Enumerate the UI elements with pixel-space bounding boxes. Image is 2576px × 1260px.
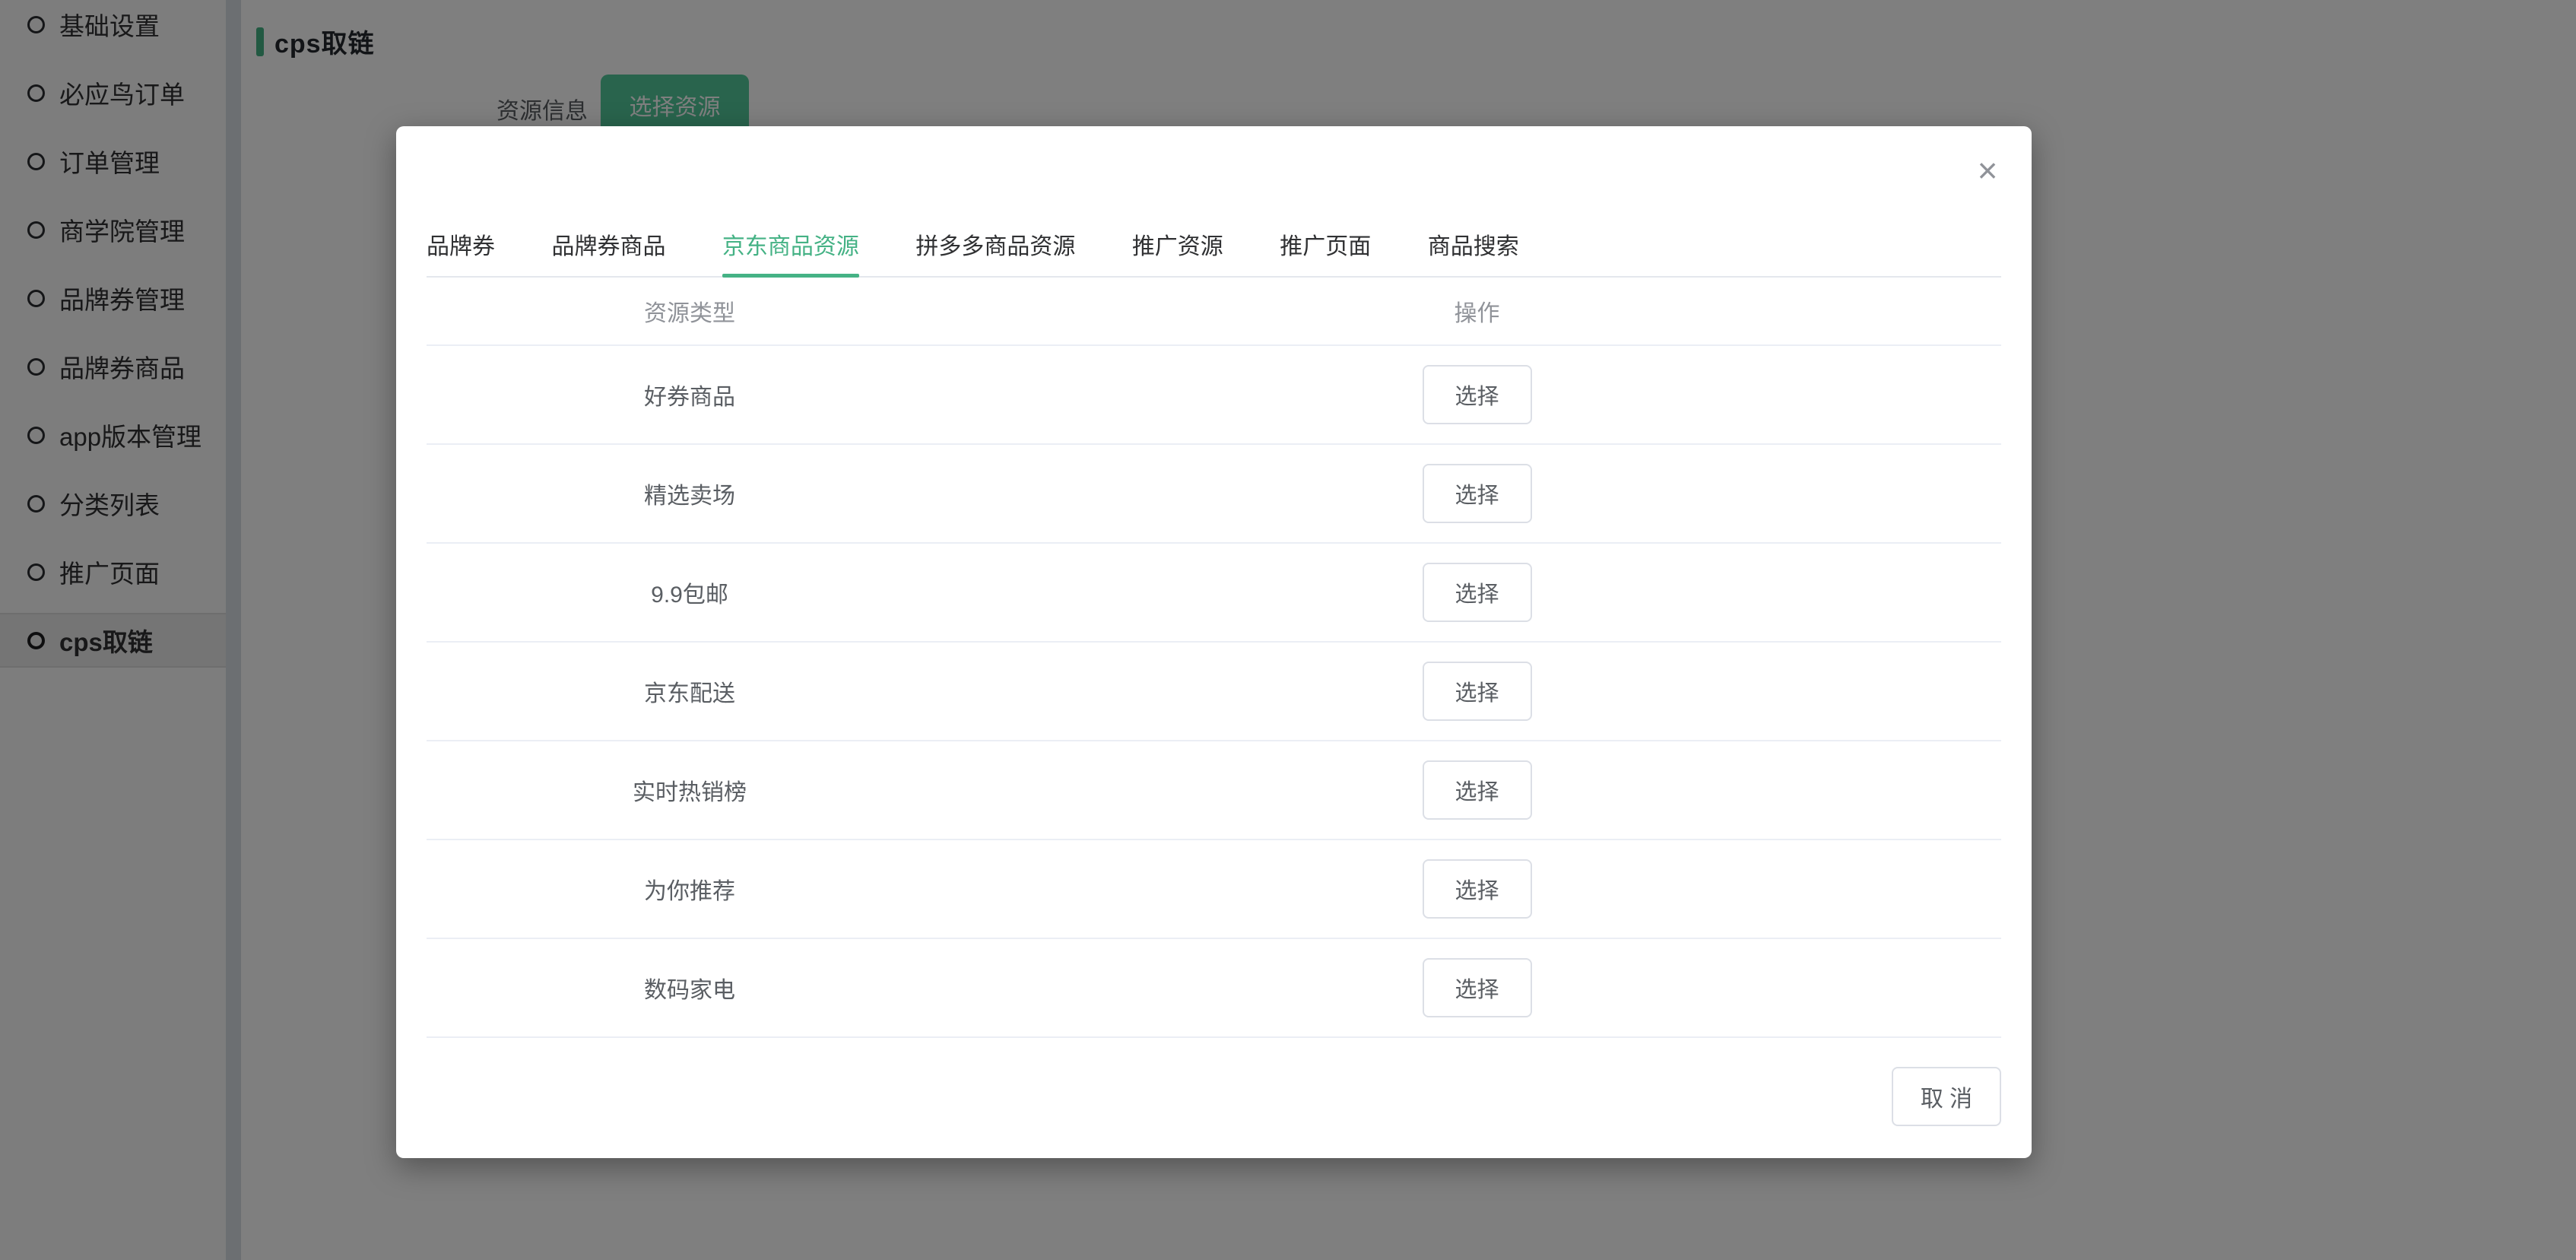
table-row: 好券商品 选择 — [427, 346, 2001, 445]
resource-type-cell: 9.9包邮 — [427, 576, 953, 609]
table-row: 数码家电 选择 — [427, 939, 2001, 1038]
select-button[interactable]: 选择 — [1423, 760, 1532, 820]
resource-type-cell: 实时热销榜 — [427, 773, 953, 807]
column-header-resource-type: 资源类型 — [427, 294, 953, 328]
table-row: 为你推荐 选择 — [427, 840, 2001, 939]
tab-pdd-goods-resource[interactable]: 拼多多商品资源 — [915, 232, 1075, 276]
tab-jd-goods-resource[interactable]: 京东商品资源 — [722, 232, 859, 276]
tab-brand-coupon-goods[interactable]: 品牌券商品 — [551, 232, 665, 276]
cancel-button[interactable]: 取 消 — [1892, 1067, 2001, 1126]
table-row: 实时热销榜 选择 — [427, 741, 2001, 840]
resource-type-cell: 京东配送 — [427, 674, 953, 708]
table-row: 京东配送 选择 — [427, 643, 2001, 741]
select-button[interactable]: 选择 — [1423, 859, 1532, 919]
resource-tab-bar: 品牌券 品牌券商品 京东商品资源 拼多多商品资源 推广资源 推广页面 商品搜索 — [427, 232, 2001, 278]
select-button[interactable]: 选择 — [1423, 365, 1532, 424]
tab-brand-coupon[interactable]: 品牌券 — [427, 232, 495, 276]
tab-promotion-resource[interactable]: 推广资源 — [1132, 232, 1223, 276]
close-icon[interactable]: × — [1965, 148, 2010, 193]
table-header-row: 资源类型 操作 — [427, 278, 2001, 346]
table-row: 9.9包邮 选择 — [427, 544, 2001, 643]
resource-type-cell: 精选卖场 — [427, 477, 953, 510]
select-button[interactable]: 选择 — [1423, 563, 1532, 622]
resource-type-cell: 好券商品 — [427, 378, 953, 411]
select-button[interactable]: 选择 — [1423, 958, 1532, 1017]
tab-goods-search[interactable]: 商品搜索 — [1428, 232, 1519, 276]
resource-type-cell: 数码家电 — [427, 971, 953, 1005]
column-header-action: 操作 — [953, 294, 2001, 328]
resource-dialog: × 品牌券 品牌券商品 京东商品资源 拼多多商品资源 推广资源 推广页面 商品搜… — [396, 126, 2032, 1158]
select-button[interactable]: 选择 — [1423, 464, 1532, 523]
tab-promotion-page[interactable]: 推广页面 — [1280, 232, 1371, 276]
table-row: 精选卖场 选择 — [427, 445, 2001, 544]
select-button[interactable]: 选择 — [1423, 662, 1532, 721]
resource-type-cell: 为你推荐 — [427, 872, 953, 906]
resource-table: 资源类型 操作 好券商品 选择 精选卖场 选择 9.9包邮 选择 京东配送 选择… — [427, 278, 2001, 1038]
dialog-footer: 取 消 — [427, 1067, 2001, 1126]
